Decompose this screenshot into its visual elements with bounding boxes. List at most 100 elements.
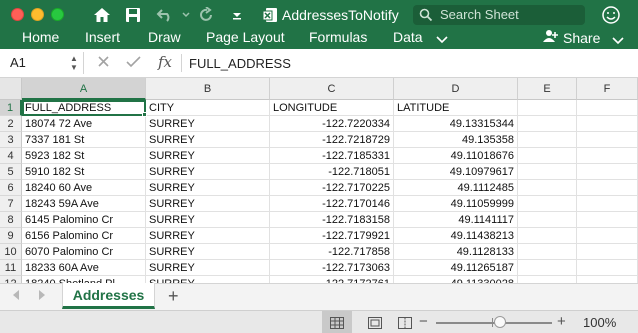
cell-d1[interactable]: LATITUDE [394, 100, 518, 116]
name-box-stepper-icon[interactable]: ▲ ▼ [70, 54, 78, 72]
row-header-3[interactable]: 3 [0, 132, 22, 148]
cell-d7[interactable]: 49.11059999 [394, 196, 518, 212]
cell-a10[interactable]: 6070 Palomino Cr [22, 244, 146, 260]
cell-e5[interactable] [518, 164, 577, 180]
cell-f12[interactable] [577, 276, 638, 283]
cell-b8[interactable]: SURREY [146, 212, 270, 228]
cancel-icon[interactable] [97, 55, 110, 72]
cell-a3[interactable]: 7337 181 St [22, 132, 146, 148]
cell-c3[interactable]: -122.7218729 [270, 132, 394, 148]
row-header-1[interactable]: 1 [0, 100, 22, 116]
select-all-corner[interactable] [0, 78, 22, 100]
tab-data[interactable]: Data [393, 29, 423, 49]
cell-e12[interactable] [518, 276, 577, 283]
cell-a12[interactable]: 18240 Shetland Pl [22, 276, 146, 283]
cell-f3[interactable] [577, 132, 638, 148]
cell-b5[interactable]: SURREY [146, 164, 270, 180]
cell-b9[interactable]: SURREY [146, 228, 270, 244]
ribbon-more-icon[interactable] [436, 31, 448, 51]
cell-c4[interactable]: -122.7185331 [270, 148, 394, 164]
zoom-slider-thumb[interactable] [494, 316, 506, 328]
cell-d9[interactable]: 49.11438213 [394, 228, 518, 244]
undo-dropdown-icon[interactable] [176, 5, 196, 25]
row-header-12[interactable]: 12 [0, 276, 22, 283]
cell-c6[interactable]: -122.7170225 [270, 180, 394, 196]
enter-icon[interactable] [126, 55, 141, 72]
row-header-11[interactable]: 11 [0, 260, 22, 276]
cell-d12[interactable]: 49.11330028 [394, 276, 518, 283]
cell-d10[interactable]: 49.1128133 [394, 244, 518, 260]
cell-a8[interactable]: 6145 Palomino Cr [22, 212, 146, 228]
cell-b2[interactable]: SURREY [146, 116, 270, 132]
cell-b7[interactable]: SURREY [146, 196, 270, 212]
cell-c10[interactable]: -122.717858 [270, 244, 394, 260]
cell-e4[interactable] [518, 148, 577, 164]
cell-c2[interactable]: -122.7220334 [270, 116, 394, 132]
previous-sheet-icon[interactable] [12, 290, 20, 303]
normal-view-icon[interactable] [322, 311, 352, 333]
cell-e11[interactable] [518, 260, 577, 276]
cell-e6[interactable] [518, 180, 577, 196]
column-header-c[interactable]: C [270, 78, 394, 100]
column-header-f[interactable]: F [577, 78, 638, 100]
cell-d4[interactable]: 49.11018676 [394, 148, 518, 164]
cell-e2[interactable] [518, 116, 577, 132]
zoom-in-button[interactable]: + [557, 313, 566, 330]
cell-f2[interactable] [577, 116, 638, 132]
search-sheet-field[interactable]: Search Sheet [413, 5, 585, 25]
cell-e8[interactable] [518, 212, 577, 228]
row-header-9[interactable]: 9 [0, 228, 22, 244]
cell-f5[interactable] [577, 164, 638, 180]
cell-e9[interactable] [518, 228, 577, 244]
save-icon[interactable] [123, 5, 143, 25]
column-header-b[interactable]: B [146, 78, 270, 100]
column-header-e[interactable]: E [518, 78, 577, 100]
row-header-7[interactable]: 7 [0, 196, 22, 212]
zoom-out-button[interactable]: − [419, 313, 428, 330]
chevron-down-icon[interactable] [612, 32, 624, 50]
share-button[interactable]: Share [543, 29, 600, 46]
row-header-8[interactable]: 8 [0, 212, 22, 228]
cell-c5[interactable]: -122.718051 [270, 164, 394, 180]
cell-c7[interactable]: -122.7170146 [270, 196, 394, 212]
column-header-d[interactable]: D [394, 78, 518, 100]
next-sheet-icon[interactable] [38, 290, 46, 303]
redo-icon[interactable] [196, 5, 216, 25]
cell-d3[interactable]: 49.135358 [394, 132, 518, 148]
cell-f6[interactable] [577, 180, 638, 196]
cell-a2[interactable]: 18074 72 Ave [22, 116, 146, 132]
cell-f8[interactable] [577, 212, 638, 228]
cell-e7[interactable] [518, 196, 577, 212]
cell-a5[interactable]: 5910 182 St [22, 164, 146, 180]
zoom-percentage[interactable]: 100% [583, 315, 616, 330]
cell-f4[interactable] [577, 148, 638, 164]
formula-input[interactable]: FULL_ADDRESS [189, 56, 291, 71]
cell-f11[interactable] [577, 260, 638, 276]
row-header-10[interactable]: 10 [0, 244, 22, 260]
cell-b10[interactable]: SURREY [146, 244, 270, 260]
cell-e10[interactable] [518, 244, 577, 260]
cell-b1[interactable]: CITY [146, 100, 270, 116]
cell-c12[interactable]: -122.7172761 [270, 276, 394, 283]
row-header-6[interactable]: 6 [0, 180, 22, 196]
cell-d2[interactable]: 49.13315344 [394, 116, 518, 132]
zoom-window-button[interactable] [51, 8, 64, 21]
cell-c11[interactable]: -122.7173063 [270, 260, 394, 276]
row-header-4[interactable]: 4 [0, 148, 22, 164]
cell-d11[interactable]: 49.11265187 [394, 260, 518, 276]
cell-a7[interactable]: 18243 59A Ave [22, 196, 146, 212]
undo-icon[interactable] [155, 5, 175, 25]
cell-d6[interactable]: 49.1112485 [394, 180, 518, 196]
cell-a4[interactable]: 5923 182 St [22, 148, 146, 164]
add-sheet-button[interactable]: + [168, 286, 179, 307]
cell-b12[interactable]: SURREY [146, 276, 270, 283]
tab-page-layout[interactable]: Page Layout [206, 29, 285, 49]
cell-f1[interactable] [577, 100, 638, 116]
tab-draw[interactable]: Draw [148, 29, 181, 49]
page-break-view-icon[interactable] [390, 311, 420, 333]
insert-function-button[interactable]: fx [158, 53, 172, 71]
cell-f9[interactable] [577, 228, 638, 244]
row-header-2[interactable]: 2 [0, 116, 22, 132]
cell-a1[interactable]: FULL_ADDRESS [22, 100, 146, 116]
fill-handle[interactable] [142, 112, 147, 117]
